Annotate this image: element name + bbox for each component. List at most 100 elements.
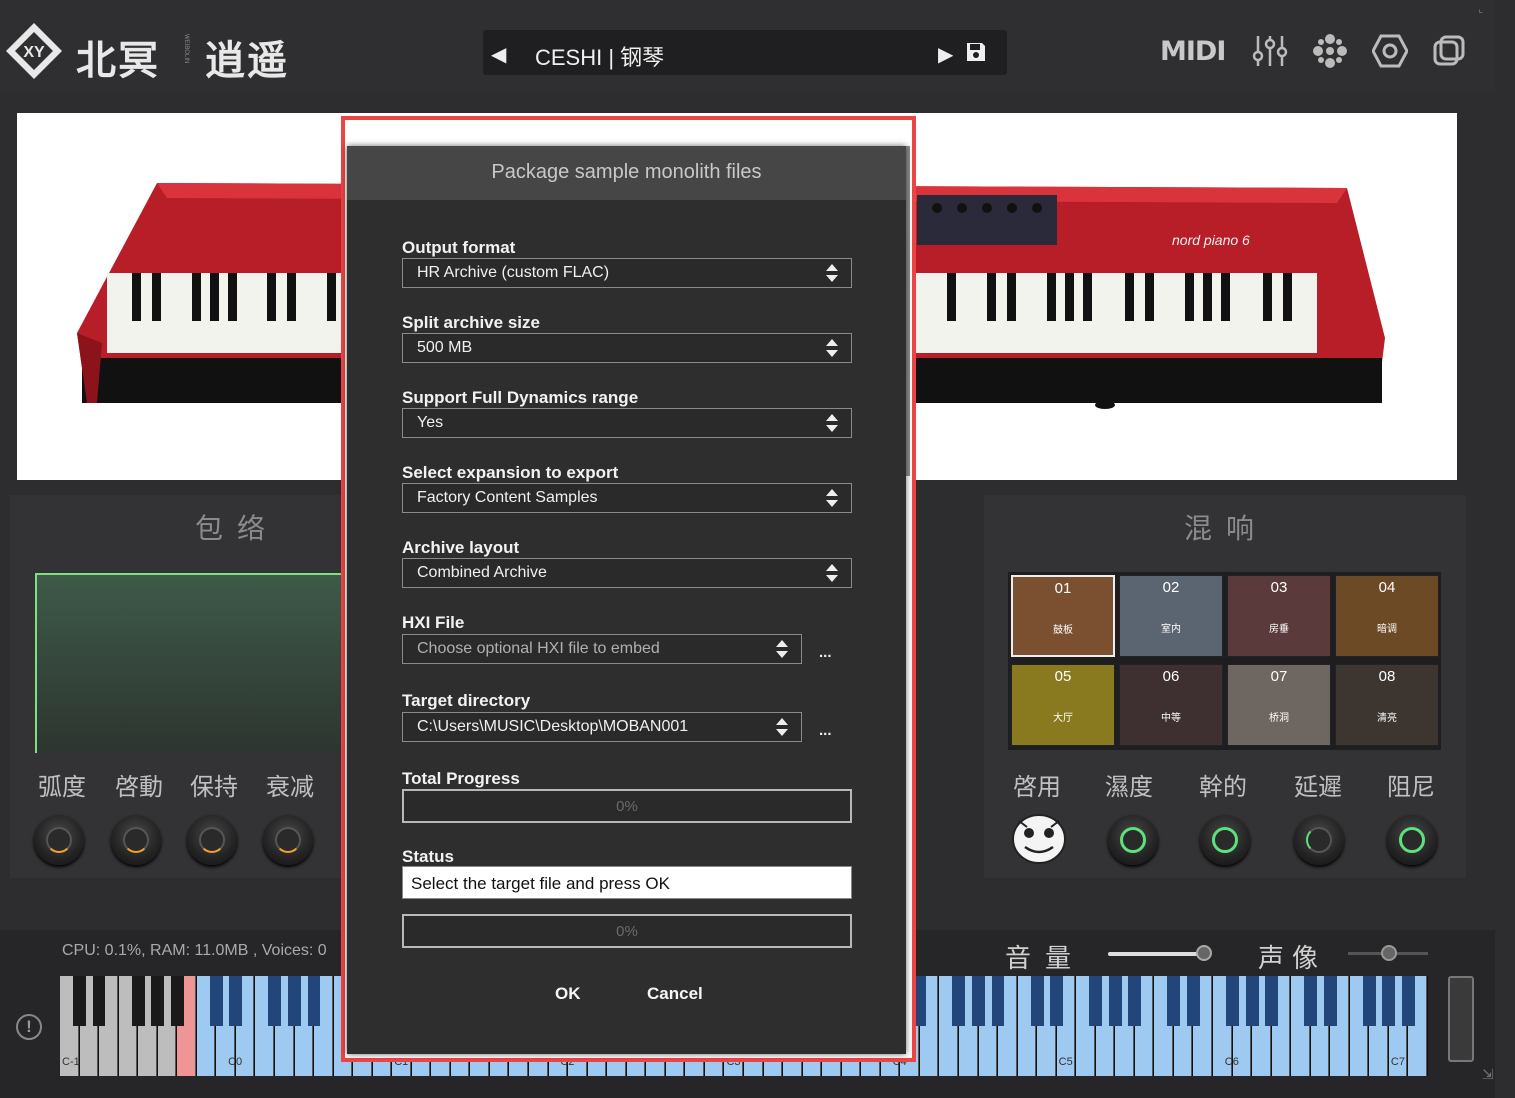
reverb-title: 混响 — [1184, 512, 1269, 545]
output-format-label: Output format — [402, 238, 516, 257]
black-key[interactable] — [288, 976, 301, 1026]
resize-grip-icon[interactable]: ⇲ — [1482, 1066, 1502, 1086]
floppy-disk-icon[interactable] — [965, 41, 987, 63]
sustain-pedal-icon[interactable] — [1448, 976, 1474, 1062]
corner-mark: ⌞ — [1478, 4, 1483, 15]
envelope-label-attack: 啓動 — [115, 773, 163, 801]
triangle-right-icon[interactable]: ▶ — [938, 42, 953, 67]
black-key[interactable] — [1323, 976, 1337, 1026]
preset-selector[interactable]: ◀ CESHI | 钢琴 ▶ — [483, 30, 1007, 75]
black-key[interactable] — [1186, 976, 1200, 1026]
volume-slider[interactable] — [1108, 952, 1208, 956]
attack-knob[interactable] — [111, 815, 161, 865]
updown-arrows-icon — [826, 564, 838, 582]
mixer-sliders-icon[interactable] — [1252, 34, 1288, 68]
info-icon[interactable]: ! — [16, 1014, 42, 1040]
reverb-label-damping: 阻尼 — [1387, 773, 1435, 801]
black-key[interactable] — [952, 976, 966, 1026]
layers-icon[interactable] — [1432, 34, 1466, 68]
envelope-graph[interactable] — [35, 573, 365, 753]
target-browse-button[interactable]: ... — [819, 722, 832, 739]
reverb-tile-08[interactable]: 08 清亮 — [1335, 664, 1439, 746]
triangle-left-icon[interactable]: ◀ — [491, 42, 507, 66]
reverb-tile-01[interactable]: 01 鼓板 — [1011, 575, 1115, 657]
hxi-file-label: HXI File — [402, 613, 465, 632]
hexagon-settings-icon[interactable] — [1372, 34, 1408, 68]
updown-arrows-icon — [826, 264, 838, 282]
reverb-tile-07[interactable]: 07 桥洞 — [1227, 664, 1331, 746]
wet-knob[interactable] — [1108, 815, 1158, 865]
black-key[interactable] — [229, 976, 243, 1026]
black-key[interactable] — [1382, 976, 1396, 1026]
delay-knob[interactable] — [1294, 815, 1344, 865]
hold-knob[interactable] — [187, 815, 237, 865]
cancel-button[interactable]: Cancel — [647, 984, 703, 1004]
ok-button[interactable]: OK — [555, 984, 581, 1004]
expansion-select[interactable]: Factory Content Samples — [402, 483, 852, 513]
total-progress-bar: 0% — [402, 789, 852, 823]
status-label: Status — [402, 847, 454, 866]
hxi-file-field[interactable]: Choose optional HXI file to embed — [402, 634, 802, 664]
status-field: Select the target file and press OK — [402, 866, 852, 899]
reverb-tile-03[interactable]: 03 房垂 — [1227, 575, 1331, 657]
black-key[interactable] — [1304, 976, 1318, 1026]
midi-button[interactable]: MIDI — [1160, 36, 1226, 70]
reverb-label-enable: 啓用 — [1013, 773, 1061, 801]
updown-arrows-icon — [826, 339, 838, 357]
archive-layout-select[interactable]: Combined Archive — [402, 558, 852, 588]
pan-slider-thumb[interactable] — [1381, 945, 1397, 961]
black-key[interactable] — [1265, 976, 1279, 1026]
black-key[interactable] — [92, 976, 106, 1026]
logo-mark-text: XY — [23, 44, 45, 61]
black-key[interactable] — [1245, 976, 1259, 1026]
target-directory-field[interactable]: C:\Users\MUSIC\Desktop\MOBAN001 — [402, 712, 802, 742]
reverb-tile-05[interactable]: 05 大厅 — [1011, 664, 1115, 746]
black-key[interactable] — [1362, 976, 1376, 1026]
logo-text-part-2: 逍遥 — [205, 37, 289, 84]
reverb-tile-04[interactable]: 04 暗调 — [1335, 575, 1439, 657]
black-key[interactable] — [1167, 976, 1181, 1026]
volume-slider-thumb[interactable] — [1196, 945, 1212, 961]
reverb-label-wet: 濕度 — [1105, 773, 1153, 801]
black-key[interactable] — [972, 976, 985, 1026]
item-progress-bar: 0% — [402, 914, 852, 948]
black-key[interactable] — [1401, 976, 1415, 1026]
black-key[interactable] — [991, 976, 1005, 1026]
split-size-select[interactable]: 500 MB — [402, 333, 852, 363]
reverb-label-dry: 幹的 — [1199, 773, 1247, 801]
black-key[interactable] — [170, 976, 184, 1026]
full-dynamics-select[interactable]: Yes — [402, 408, 852, 438]
logo-icon: XY — [6, 23, 62, 79]
reverb-label-delay: 延遲 — [1294, 773, 1342, 801]
black-key[interactable] — [209, 976, 223, 1026]
volume-label: 音量 — [1005, 944, 1086, 974]
damping-knob[interactable] — [1387, 815, 1437, 865]
octave-label: C5 — [1058, 1056, 1073, 1068]
reverb-tile-02[interactable]: 02 室内 — [1119, 575, 1223, 657]
curve-knob[interactable] — [34, 815, 84, 865]
lion-mask-icon[interactable] — [1011, 813, 1067, 865]
reverb-preset-grid: 01 鼓板 02 室内 03 房垂 04 暗调 05 大厅 06 中等 07 桥洞 08 清亮 — [1008, 572, 1441, 750]
black-key[interactable] — [307, 976, 321, 1026]
preset-name[interactable]: CESHI | 钢琴 — [535, 40, 664, 72]
dry-knob[interactable] — [1200, 815, 1250, 865]
black-key[interactable] — [73, 976, 86, 1026]
output-format-select[interactable]: HR Archive (custom FLAC) — [402, 258, 852, 288]
black-key[interactable] — [1226, 976, 1239, 1026]
decay-knob[interactable] — [263, 815, 313, 865]
black-key[interactable] — [268, 976, 282, 1026]
reverb-tile-06[interactable]: 06 中等 — [1119, 664, 1223, 746]
black-key[interactable] — [1030, 976, 1044, 1026]
dots-cluster-icon[interactable] — [1313, 34, 1347, 68]
octave-label: C6 — [1224, 1056, 1239, 1068]
black-key[interactable] — [151, 976, 165, 1026]
dialog-scrollbar[interactable] — [906, 146, 910, 476]
black-key[interactable] — [1128, 976, 1142, 1026]
black-key[interactable] — [1108, 976, 1122, 1026]
hxi-browse-button[interactable]: ... — [819, 644, 832, 661]
black-key[interactable] — [131, 976, 145, 1026]
svg-text:nord piano 6: nord piano 6 — [1172, 232, 1250, 248]
black-key[interactable] — [1050, 976, 1064, 1026]
black-key[interactable] — [1089, 976, 1103, 1026]
pan-label: 声像 — [1258, 944, 1327, 974]
